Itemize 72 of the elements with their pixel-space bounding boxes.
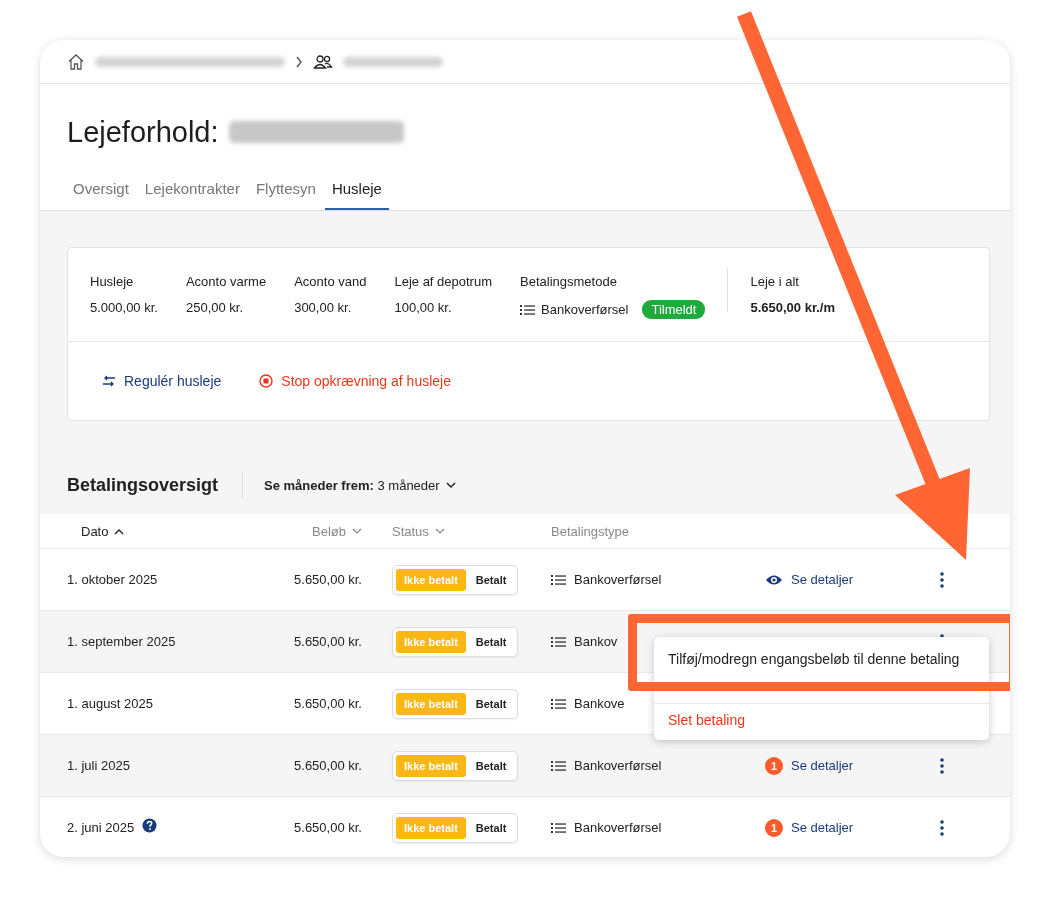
- details-link[interactable]: Se detaljer: [791, 572, 854, 587]
- amount-cell: 5.650,00 kr.: [294, 634, 362, 649]
- more-menu-icon[interactable]: [940, 819, 944, 836]
- amount-cell: 5.650,00 kr.: [294, 696, 362, 711]
- date-cell: 1. august 2025: [67, 696, 154, 711]
- home-icon[interactable]: [67, 52, 85, 71]
- months-dropdown[interactable]: Se måneder frem: 3 måneder: [264, 477, 456, 493]
- column-header[interactable]: Beløb: [312, 523, 362, 539]
- amount-cell: 5.650,00 kr.: [294, 758, 362, 773]
- list-icon: [551, 759, 566, 772]
- list-icon: [551, 821, 566, 834]
- chevron-down-icon: [434, 527, 445, 535]
- status-option[interactable]: Betalt: [467, 692, 515, 715]
- tab[interactable]: Flyttesyn: [248, 174, 323, 210]
- swap-arrows-icon: [102, 375, 116, 387]
- list-icon: [551, 697, 566, 710]
- status-option[interactable]: Betalt: [467, 754, 515, 777]
- menu-item[interactable]: Slet betaling: [654, 704, 989, 736]
- column-header[interactable]: Dato: [81, 523, 125, 539]
- details-link[interactable]: Se detaljer: [791, 758, 854, 773]
- column-header[interactable]: Betalingstype: [551, 523, 630, 539]
- count-badge: 1: [765, 818, 783, 837]
- field-value: 300,00 kr.: [294, 300, 353, 315]
- field-value: 5.000,00 kr.: [90, 300, 158, 315]
- chevron-down-icon: [352, 527, 362, 535]
- tab[interactable]: Lejekontrakter: [137, 174, 247, 210]
- list-icon: [551, 635, 566, 648]
- more-menu-icon[interactable]: [940, 571, 944, 588]
- action-link[interactable]: Stop opkrævning af husleje: [259, 373, 451, 389]
- status-option[interactable]: Betalt: [467, 816, 515, 839]
- date-cell: 1. september 2025: [67, 634, 176, 649]
- date-cell: 1. oktober 2025: [67, 572, 158, 587]
- payment-type-cell: Bankoverførsel: [574, 758, 662, 773]
- eye-icon: [765, 573, 783, 586]
- amount-cell: 5.650,00 kr.: [294, 820, 362, 835]
- list-icon: [551, 573, 566, 586]
- status-badge: Tilmeldt: [642, 300, 706, 319]
- menu-item[interactable]: Tilføj/modregn engangsbeløb til denne betaling: [654, 643, 989, 675]
- payment-type-cell: Bankove: [574, 696, 625, 711]
- payment-type-cell: Bankoverførsel: [574, 820, 662, 835]
- list-icon: [520, 303, 535, 316]
- people-icon: [313, 53, 333, 70]
- payment-type-cell: Bankov: [574, 634, 618, 649]
- field-value: 100,00 kr.: [394, 300, 453, 315]
- chevron-down-icon: [445, 481, 456, 489]
- details-link[interactable]: Se detaljer: [791, 820, 854, 835]
- field-label: Aconto varme: [185, 274, 267, 289]
- action-link[interactable]: Regulér husleje: [102, 373, 222, 389]
- date-cell: 1. juli 2025: [67, 758, 130, 773]
- amount-cell: 5.650,00 kr.: [294, 572, 362, 587]
- chevron-right-icon: [295, 55, 303, 68]
- field-value: Bankoverførsel: [541, 302, 629, 317]
- payment-type-cell: Bankoverførsel: [574, 572, 662, 587]
- tab[interactable]: Oversigt: [66, 174, 136, 210]
- field-label: Leje i alt: [750, 274, 800, 289]
- field-label: Husleje: [90, 274, 135, 289]
- status-option[interactable]: Betalt: [467, 568, 515, 591]
- chevron-up-icon: [114, 527, 125, 535]
- status-option[interactable]: Betalt: [467, 630, 515, 653]
- column-header[interactable]: Status: [392, 523, 445, 539]
- count-badge: 1: [765, 756, 783, 775]
- stop-icon: [259, 374, 274, 388]
- section-title: Betalingsoversigt: [67, 474, 219, 496]
- field-label: Leje af depotrum: [394, 274, 492, 289]
- field-label: Aconto vand: [294, 274, 367, 289]
- field-label: Betalingsmetode: [520, 274, 618, 289]
- help-icon[interactable]: [142, 818, 158, 833]
- date-cell: 2. juni 2025: [67, 820, 135, 835]
- more-menu-icon[interactable]: [940, 757, 944, 774]
- field-value: 250,00 kr.: [185, 300, 245, 315]
- page-title: Lejeforhold:: [67, 115, 219, 150]
- total-value: 5.650,00 kr./m: [750, 300, 836, 315]
